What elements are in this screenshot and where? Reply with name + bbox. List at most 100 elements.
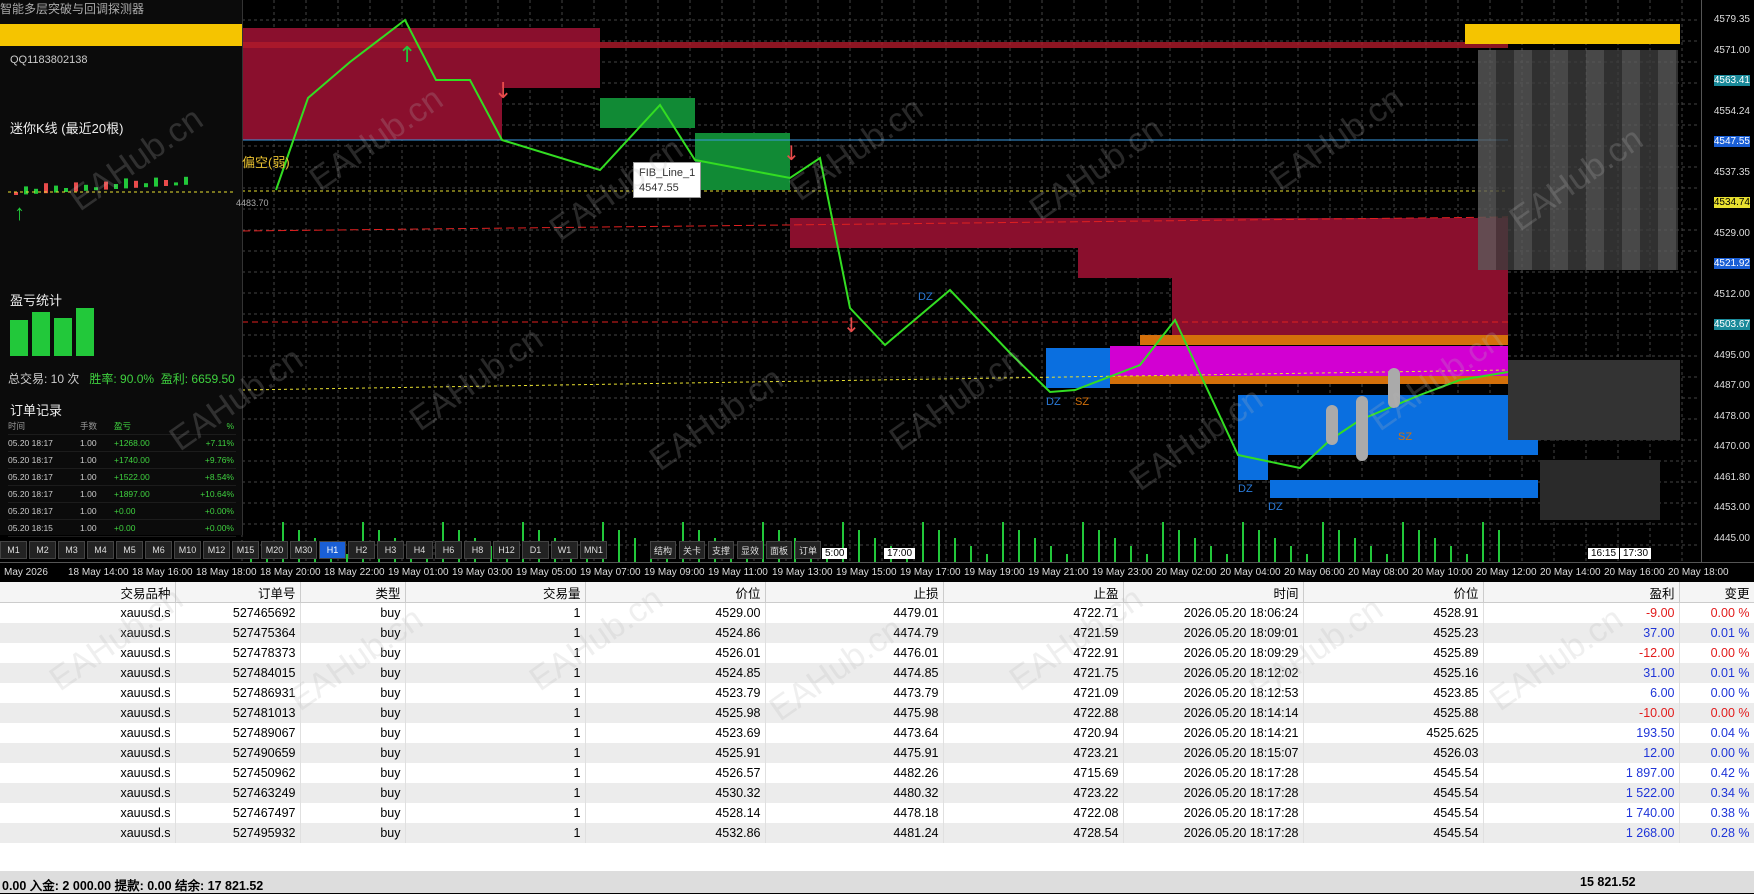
table-row[interactable]: xauusd.s 527484015 buy 1 4524.85 4474.85 4721.… xyxy=(0,663,1754,683)
volume-bar xyxy=(618,530,620,562)
table-cell: 4528.14 xyxy=(585,803,766,823)
order-cell: +0.00 xyxy=(114,523,136,533)
column-header[interactable]: 交易量 xyxy=(405,582,586,603)
supply-line-zone xyxy=(1140,335,1508,345)
price-label: 4445.00 xyxy=(1713,532,1750,544)
sz-label: SZ xyxy=(1398,431,1412,443)
mini-candle xyxy=(24,186,28,195)
demand-zone xyxy=(600,98,695,128)
demand-zone xyxy=(695,133,790,190)
column-header[interactable]: 止盈 xyxy=(943,582,1124,603)
table-row[interactable]: xauusd.s 527450962 buy 1 4526.57 4482.26 4715.… xyxy=(0,763,1754,783)
price-label: 4470.00 xyxy=(1713,441,1750,452)
volume-bar xyxy=(1178,530,1180,562)
column-header[interactable]: 价位 xyxy=(585,582,766,603)
timeframe-h1[interactable]: H1 xyxy=(319,541,346,559)
timeframe-m4[interactable]: M4 xyxy=(87,541,114,559)
timeframe-mn1[interactable]: MN1 xyxy=(580,541,607,559)
time-axis: May 2026 18 May 14:00 18 May 16:00 18 May 1… xyxy=(0,562,1754,582)
column-header[interactable]: 时间 xyxy=(1123,582,1304,603)
timeframe-h6[interactable]: H6 xyxy=(435,541,462,559)
timeframe-m2[interactable]: M2 xyxy=(29,541,56,559)
timeframe-d1[interactable]: D1 xyxy=(522,541,549,559)
tool-button[interactable]: 面板 xyxy=(766,541,792,559)
table-row[interactable]: xauusd.s 527481013 buy 1 4525.98 4475.98 4722.… xyxy=(0,703,1754,723)
column-header[interactable]: 价位 xyxy=(1303,582,1484,603)
table-cell: 2026.05.20 18:06:24 xyxy=(1123,602,1304,623)
column-header[interactable]: 订单号 xyxy=(175,582,301,603)
supply-zone xyxy=(1172,278,1508,336)
timeframe-w1[interactable]: W1 xyxy=(551,541,578,559)
table-row[interactable]: xauusd.s 527495932 buy 1 4532.86 4481.24 4728.… xyxy=(0,823,1754,843)
table-cell: 4526.01 xyxy=(585,643,766,663)
table-cell: 6.00 xyxy=(1483,683,1680,703)
timeframe-m30[interactable]: M30 xyxy=(290,541,317,559)
table-cell: 4478.18 xyxy=(765,803,944,823)
mini-price: 4483.70 xyxy=(236,198,269,208)
timeframe-h12[interactable]: H12 xyxy=(493,541,520,559)
tool-button[interactable]: 支撑 xyxy=(708,541,734,559)
tool-button[interactable]: 关卡 xyxy=(679,541,705,559)
table-cell: 0.00 % xyxy=(1679,703,1754,723)
volume-bar xyxy=(1450,546,1452,562)
pnl-stats: 总交易: 10 次 胜率: 90.0% 盈利: 6659.50 xyxy=(8,370,235,387)
timeframe-m5[interactable]: M5 xyxy=(116,541,143,559)
table-cell: buy xyxy=(300,703,406,723)
volume-bar xyxy=(1306,554,1308,562)
table-row[interactable]: xauusd.s 527489067 buy 1 4523.69 4473.64 4720.… xyxy=(0,723,1754,743)
pnl-title: 盈亏统计 xyxy=(10,293,63,308)
table-cell: 4722.71 xyxy=(943,602,1124,623)
table-cell: 37.00 xyxy=(1483,623,1680,643)
table-cell: 1 xyxy=(405,803,586,823)
table-cell: 0.38 % xyxy=(1679,803,1754,823)
order-cell: +1740.00 xyxy=(114,455,150,465)
column-header[interactable]: 止损 xyxy=(765,582,944,603)
column-header[interactable]: 交易品种 xyxy=(0,582,176,603)
table-cell: 2026.05.20 18:09:29 xyxy=(1123,643,1304,663)
table-row[interactable]: xauusd.s 527475364 buy 1 4524.86 4474.79 4721.… xyxy=(0,623,1754,643)
timeframe-m6[interactable]: M6 xyxy=(145,541,172,559)
tool-button[interactable]: 订单 xyxy=(795,541,821,559)
timeframe-h3[interactable]: H3 xyxy=(377,541,404,559)
table-cell: 4524.85 xyxy=(585,663,766,683)
column-header[interactable]: 类型 xyxy=(300,582,406,603)
table-cell: 0.34 % xyxy=(1679,783,1754,803)
table-cell: 4525.91 xyxy=(585,743,766,763)
table-cell: 4545.54 xyxy=(1303,803,1484,823)
table-row[interactable]: xauusd.s 527490659 buy 1 4525.91 4475.91 4723.… xyxy=(0,743,1754,763)
volume-bar xyxy=(1242,522,1244,562)
table-cell: 1 xyxy=(405,623,586,643)
tool-button[interactable]: 结构 xyxy=(650,541,676,559)
timeframe-m12[interactable]: M12 xyxy=(203,541,230,559)
timeframe-h4[interactable]: H4 xyxy=(406,541,433,559)
table-cell: 1 xyxy=(405,723,586,743)
table-row[interactable]: xauusd.s 527463249 buy 1 4530.32 4480.32 4723.… xyxy=(0,783,1754,803)
timeframe-m1[interactable]: M1 xyxy=(0,541,27,559)
table-row[interactable]: xauusd.s 527478373 buy 1 4526.01 4476.01 4722.… xyxy=(0,643,1754,663)
table-row[interactable]: xauusd.s 527465692 buy 1 4529.00 4479.01 4722.… xyxy=(0,602,1754,623)
table-cell: 4723.21 xyxy=(943,743,1124,763)
timeframe-m15[interactable]: M15 xyxy=(232,541,259,559)
timeframe-m3[interactable]: M3 xyxy=(58,541,85,559)
table-cell: 1 xyxy=(405,663,586,683)
tool-button[interactable]: 显效 xyxy=(737,541,763,559)
price-label: 4579.35 xyxy=(1713,14,1750,25)
mini-candles xyxy=(8,176,234,195)
column-header[interactable]: 盈利 xyxy=(1483,582,1680,603)
timeframe-m10[interactable]: M10 xyxy=(174,541,201,559)
timeframe-bar: M1 M2 M3 M4 M5 M6 M10 M12 M15 M20 M30 H1 H2 H3 H4 H6 H8 H… xyxy=(0,541,607,559)
order-cell: +1268.00 xyxy=(114,438,150,448)
timeframe-h8[interactable]: H8 xyxy=(464,541,491,559)
column-header[interactable]: 变更 xyxy=(1679,582,1754,603)
table-row[interactable]: xauusd.s 527467497 buy 1 4528.14 4478.18 4722.… xyxy=(0,803,1754,823)
timeframe-m20[interactable]: M20 xyxy=(261,541,288,559)
timeframe-h2[interactable]: H2 xyxy=(348,541,375,559)
price-chart[interactable]: ↑ ↓ ↓ ↓ DZ DZ SZ DZ DZ SZ 智能多层突破与回调探测器 Q… xyxy=(0,0,1754,582)
volume-bar xyxy=(1066,554,1068,562)
table-cell: 1 xyxy=(405,683,586,703)
time-label: 20 May 12:00 xyxy=(1476,567,1537,578)
mini-candle xyxy=(164,180,168,186)
price-label: 4461.80 xyxy=(1713,471,1750,483)
table-row[interactable]: xauusd.s 527486931 buy 1 4523.79 4473.79 4721.… xyxy=(0,683,1754,703)
order-cell: 05.20 18:15 xyxy=(8,523,53,533)
